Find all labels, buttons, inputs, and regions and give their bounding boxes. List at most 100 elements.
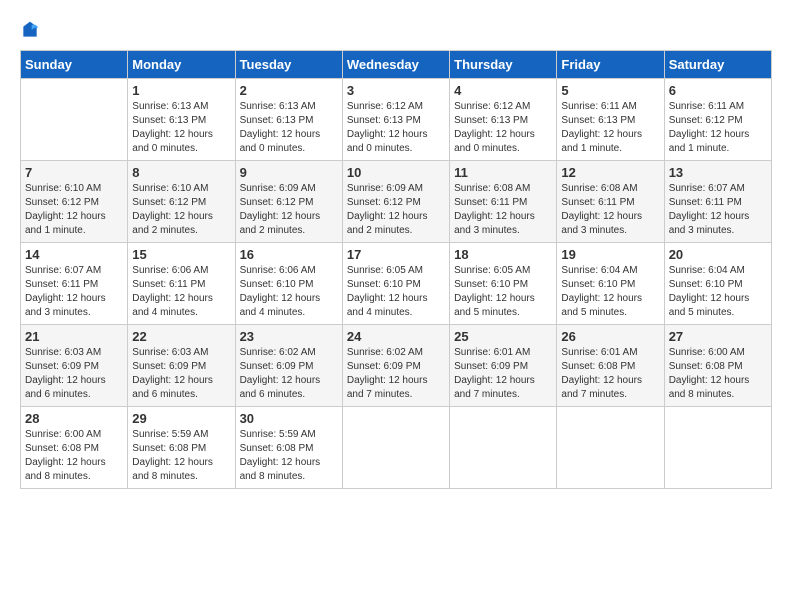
day-info: Sunrise: 6:11 AM Sunset: 6:13 PM Dayligh… xyxy=(561,100,659,156)
day-info: Sunrise: 6:05 AM Sunset: 6:10 PM Dayligh… xyxy=(454,264,552,320)
day-number: 24 xyxy=(347,329,445,344)
day-number: 28 xyxy=(25,411,123,426)
day-info: Sunrise: 6:08 AM Sunset: 6:11 PM Dayligh… xyxy=(561,182,659,238)
calendar-week-row: 7 Sunrise: 6:10 AM Sunset: 6:12 PM Daylig… xyxy=(21,161,772,243)
day-info: Sunrise: 6:09 AM Sunset: 6:12 PM Dayligh… xyxy=(240,182,338,238)
day-info: Sunrise: 6:01 AM Sunset: 6:09 PM Dayligh… xyxy=(454,346,552,402)
day-number: 7 xyxy=(25,165,123,180)
calendar-day-cell: 4 Sunrise: 6:12 AM Sunset: 6:13 PM Daylig… xyxy=(450,79,557,161)
calendar-day-cell: 20 Sunrise: 6:04 AM Sunset: 6:10 PM Dayli… xyxy=(664,243,771,325)
day-info: Sunrise: 6:03 AM Sunset: 6:09 PM Dayligh… xyxy=(25,346,123,402)
day-number: 3 xyxy=(347,83,445,98)
calendar-day-cell: 5 Sunrise: 6:11 AM Sunset: 6:13 PM Daylig… xyxy=(557,79,664,161)
calendar-day-cell xyxy=(342,407,449,489)
day-number: 9 xyxy=(240,165,338,180)
day-number: 4 xyxy=(454,83,552,98)
logo xyxy=(20,20,44,40)
day-number: 10 xyxy=(347,165,445,180)
calendar-day-cell: 22 Sunrise: 6:03 AM Sunset: 6:09 PM Dayli… xyxy=(128,325,235,407)
day-info: Sunrise: 6:05 AM Sunset: 6:10 PM Dayligh… xyxy=(347,264,445,320)
day-number: 27 xyxy=(669,329,767,344)
day-number: 8 xyxy=(132,165,230,180)
day-info: Sunrise: 6:07 AM Sunset: 6:11 PM Dayligh… xyxy=(669,182,767,238)
calendar-day-cell: 3Sunrise: 6:12 AM Sunset: 6:13 PM Daylig… xyxy=(342,79,449,161)
day-info: Sunrise: 5:59 AM Sunset: 6:08 PM Dayligh… xyxy=(132,428,230,484)
day-info: Sunrise: 6:11 AM Sunset: 6:12 PM Dayligh… xyxy=(669,100,767,156)
calendar-day-cell: 11 Sunrise: 6:08 AM Sunset: 6:11 PM Dayli… xyxy=(450,161,557,243)
day-number: 17 xyxy=(347,247,445,262)
calendar-header-cell: Friday xyxy=(557,51,664,79)
day-info: Sunrise: 6:00 AM Sunset: 6:08 PM Dayligh… xyxy=(669,346,767,402)
day-info: Sunrise: 6:01 AM Sunset: 6:08 PM Dayligh… xyxy=(561,346,659,402)
calendar-day-cell: 7 Sunrise: 6:10 AM Sunset: 6:12 PM Daylig… xyxy=(21,161,128,243)
calendar-day-cell: 10 Sunrise: 6:09 AM Sunset: 6:12 PM Dayli… xyxy=(342,161,449,243)
day-number: 15 xyxy=(132,247,230,262)
day-info: Sunrise: 6:09 AM Sunset: 6:12 PM Dayligh… xyxy=(347,182,445,238)
day-info: Sunrise: 6:02 AM Sunset: 6:09 PM Dayligh… xyxy=(347,346,445,402)
day-number: 13 xyxy=(669,165,767,180)
calendar-body: 1 Sunrise: 6:13 AM Sunset: 6:13 PM Daylig… xyxy=(21,79,772,489)
day-number: 29 xyxy=(132,411,230,426)
calendar-day-cell: 30Sunrise: 5:59 AM Sunset: 6:08 PM Dayli… xyxy=(235,407,342,489)
calendar-day-cell: 14 Sunrise: 6:07 AM Sunset: 6:11 PM Dayli… xyxy=(21,243,128,325)
calendar-header-cell: Tuesday xyxy=(235,51,342,79)
day-number: 12 xyxy=(561,165,659,180)
logo-icon xyxy=(20,20,40,40)
calendar-day-cell: 17 Sunrise: 6:05 AM Sunset: 6:10 PM Dayli… xyxy=(342,243,449,325)
day-number: 16 xyxy=(240,247,338,262)
day-info: Sunrise: 6:07 AM Sunset: 6:11 PM Dayligh… xyxy=(25,264,123,320)
calendar-day-cell: 2Sunrise: 6:13 AM Sunset: 6:13 PM Daylig… xyxy=(235,79,342,161)
calendar-day-cell: 25 Sunrise: 6:01 AM Sunset: 6:09 PM Dayli… xyxy=(450,325,557,407)
calendar-day-cell: 24 Sunrise: 6:02 AM Sunset: 6:09 PM Dayli… xyxy=(342,325,449,407)
calendar-day-cell: 23 Sunrise: 6:02 AM Sunset: 6:09 PM Dayli… xyxy=(235,325,342,407)
calendar-day-cell: 16 Sunrise: 6:06 AM Sunset: 6:10 PM Dayli… xyxy=(235,243,342,325)
calendar-day-cell xyxy=(450,407,557,489)
calendar-day-cell: 8 Sunrise: 6:10 AM Sunset: 6:12 PM Daylig… xyxy=(128,161,235,243)
day-number: 2 xyxy=(240,83,338,98)
calendar-header-cell: Wednesday xyxy=(342,51,449,79)
calendar-day-cell: 27 Sunrise: 6:00 AM Sunset: 6:08 PM Dayli… xyxy=(664,325,771,407)
day-info: Sunrise: 6:00 AM Sunset: 6:08 PM Dayligh… xyxy=(25,428,123,484)
calendar-day-cell: 19 Sunrise: 6:04 AM Sunset: 6:10 PM Dayli… xyxy=(557,243,664,325)
day-info: Sunrise: 6:08 AM Sunset: 6:11 PM Dayligh… xyxy=(454,182,552,238)
day-info: Sunrise: 6:10 AM Sunset: 6:12 PM Dayligh… xyxy=(25,182,123,238)
day-number: 22 xyxy=(132,329,230,344)
day-info: Sunrise: 6:04 AM Sunset: 6:10 PM Dayligh… xyxy=(669,264,767,320)
day-info: Sunrise: 6:10 AM Sunset: 6:12 PM Dayligh… xyxy=(132,182,230,238)
calendar-day-cell: 6Sunrise: 6:11 AM Sunset: 6:12 PM Daylig… xyxy=(664,79,771,161)
calendar-day-cell xyxy=(21,79,128,161)
day-number: 26 xyxy=(561,329,659,344)
calendar-week-row: 14 Sunrise: 6:07 AM Sunset: 6:11 PM Dayli… xyxy=(21,243,772,325)
day-number: 5 xyxy=(561,83,659,98)
calendar-day-cell: 26 Sunrise: 6:01 AM Sunset: 6:08 PM Dayli… xyxy=(557,325,664,407)
calendar-day-cell: 28 Sunrise: 6:00 AM Sunset: 6:08 PM Dayli… xyxy=(21,407,128,489)
day-number: 20 xyxy=(669,247,767,262)
day-number: 11 xyxy=(454,165,552,180)
calendar-header-cell: Monday xyxy=(128,51,235,79)
calendar-day-cell: 13 Sunrise: 6:07 AM Sunset: 6:11 PM Dayli… xyxy=(664,161,771,243)
day-number: 30 xyxy=(240,411,338,426)
day-number: 21 xyxy=(25,329,123,344)
day-info: Sunrise: 6:06 AM Sunset: 6:11 PM Dayligh… xyxy=(132,264,230,320)
day-info: Sunrise: 6:13 AM Sunset: 6:13 PM Dayligh… xyxy=(132,100,230,156)
day-info: Sunrise: 6:04 AM Sunset: 6:10 PM Dayligh… xyxy=(561,264,659,320)
day-number: 25 xyxy=(454,329,552,344)
calendar-day-cell: 12 Sunrise: 6:08 AM Sunset: 6:11 PM Dayli… xyxy=(557,161,664,243)
day-number: 19 xyxy=(561,247,659,262)
calendar-week-row: 21 Sunrise: 6:03 AM Sunset: 6:09 PM Dayli… xyxy=(21,325,772,407)
calendar-week-row: 28 Sunrise: 6:00 AM Sunset: 6:08 PM Dayli… xyxy=(21,407,772,489)
calendar-header-cell: Saturday xyxy=(664,51,771,79)
day-number: 14 xyxy=(25,247,123,262)
page-header xyxy=(20,20,772,40)
day-number: 1 xyxy=(132,83,230,98)
calendar-day-cell: 15 Sunrise: 6:06 AM Sunset: 6:11 PM Dayli… xyxy=(128,243,235,325)
day-info: Sunrise: 6:12 AM Sunset: 6:13 PM Dayligh… xyxy=(454,100,552,156)
day-info: Sunrise: 6:03 AM Sunset: 6:09 PM Dayligh… xyxy=(132,346,230,402)
day-info: Sunrise: 6:02 AM Sunset: 6:09 PM Dayligh… xyxy=(240,346,338,402)
day-number: 23 xyxy=(240,329,338,344)
calendar-table: SundayMondayTuesdayWednesdayThursdayFrid… xyxy=(20,50,772,489)
calendar-header-cell: Sunday xyxy=(21,51,128,79)
day-number: 18 xyxy=(454,247,552,262)
calendar-day-cell xyxy=(557,407,664,489)
day-info: Sunrise: 6:06 AM Sunset: 6:10 PM Dayligh… xyxy=(240,264,338,320)
